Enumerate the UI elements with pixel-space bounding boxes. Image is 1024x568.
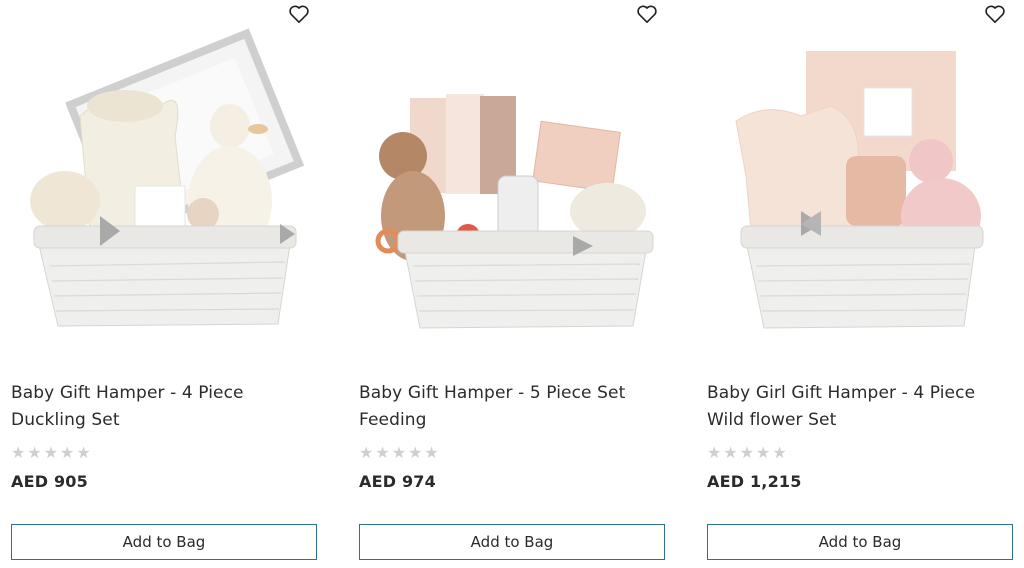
product-title-line2: Wild flower Set [707, 410, 837, 430]
rating-stars: ★ ★ ★ ★ ★ [11, 444, 91, 462]
star-icon: ★ [772, 443, 787, 462]
star-icon: ★ [43, 443, 59, 462]
add-to-bag-button[interactable]: Add to Bag [11, 524, 317, 560]
star-icon: ★ [408, 443, 423, 462]
star-icon: ★ [60, 443, 75, 462]
star-icon: ★ [424, 443, 439, 462]
rating-stars: ★ ★ ★ ★ ★ [359, 444, 439, 462]
star-icon: ★ [11, 443, 26, 462]
star-icon: ★ [739, 443, 755, 462]
star-icon: ★ [375, 443, 390, 462]
star-icon: ★ [76, 443, 91, 462]
product-image[interactable] [10, 26, 320, 348]
add-to-bag-button[interactable]: Add to Bag [707, 524, 1013, 560]
product-title-line1: Baby Gift Hamper - 5 Piece Set [359, 383, 626, 403]
product-price: AED 974 [359, 472, 436, 491]
wishlist-heart-icon[interactable] [288, 4, 310, 24]
add-to-bag-button[interactable]: Add to Bag [359, 524, 665, 560]
star-icon: ★ [707, 443, 722, 462]
product-title-line2: Feeding [359, 410, 427, 430]
star-icon: ★ [391, 443, 407, 462]
product-title[interactable]: Baby Gift Hamper - 5 Piece Set Feeding [359, 380, 659, 434]
product-price: AED 905 [11, 472, 88, 491]
star-icon: ★ [359, 443, 374, 462]
product-title[interactable]: Baby Gift Hamper - 4 Piece Duckling Set [11, 380, 311, 434]
star-icon: ★ [27, 443, 42, 462]
product-grid: Baby Gift Hamper - 4 Piece Duckling Set … [0, 0, 1024, 568]
product-title-line2: Duckling Set [11, 410, 120, 430]
rating-stars: ★ ★ ★ ★ ★ [707, 444, 787, 462]
product-image[interactable] [358, 26, 668, 348]
product-card: Baby Gift Hamper - 4 Piece Duckling Set … [2, 0, 328, 568]
product-title[interactable]: Baby Girl Gift Hamper - 4 Piece Wild flo… [707, 380, 1007, 434]
product-card: Baby Gift Hamper - 5 Piece Set Feeding ★… [350, 0, 676, 568]
wishlist-heart-icon[interactable] [984, 4, 1006, 24]
wishlist-heart-icon[interactable] [636, 4, 658, 24]
product-title-line1: Baby Gift Hamper - 4 Piece [11, 383, 244, 403]
product-card: Baby Girl Gift Hamper - 4 Piece Wild flo… [698, 0, 1024, 568]
product-price: AED 1,215 [707, 472, 802, 491]
star-icon: ★ [723, 443, 738, 462]
product-image[interactable] [706, 26, 1016, 348]
product-title-line1: Baby Girl Gift Hamper - 4 Piece [707, 383, 976, 403]
star-icon: ★ [756, 443, 771, 462]
